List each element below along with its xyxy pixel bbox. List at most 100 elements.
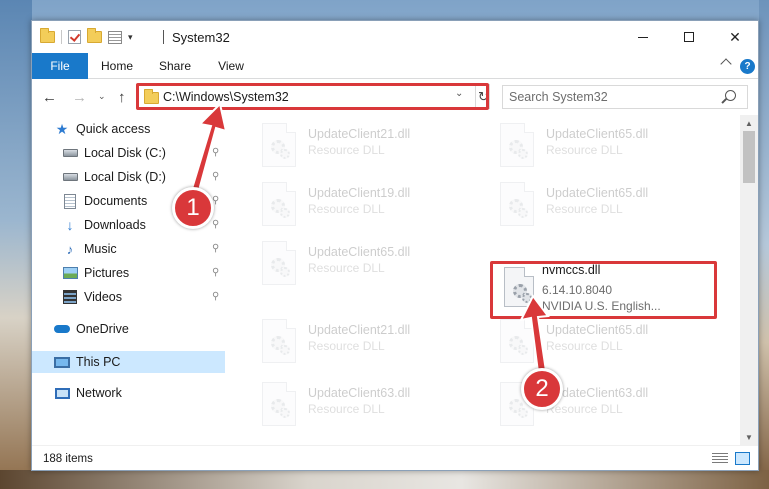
explorer-window: ▾ System32 ✕ File Home Share View ? ← → … [31, 20, 759, 471]
file-name: UpdateClient63.dll [308, 386, 411, 400]
search-icon[interactable] [725, 90, 736, 101]
search-box[interactable] [502, 85, 748, 109]
address-path[interactable]: C:\Windows\System32 [163, 90, 289, 104]
file-description: NVIDIA U.S. English... [542, 299, 661, 313]
close-button[interactable]: ✕ [712, 21, 758, 53]
minimize-button[interactable] [620, 21, 666, 53]
sidebar-item-label: Quick access [76, 122, 151, 136]
folder-icon [40, 28, 55, 43]
file-version: 6.14.10.8040 [542, 283, 613, 297]
tiles-view-icon[interactable] [735, 452, 750, 465]
file-description: Resource DLL [546, 143, 623, 157]
file-name: UpdateClient65.dll [308, 245, 411, 259]
file-description: Resource DLL [308, 339, 385, 353]
tab-view[interactable]: View [208, 53, 254, 79]
expand-ribbon-chevron-icon[interactable] [720, 58, 732, 70]
document-icon [62, 193, 78, 209]
dll-file-icon [262, 319, 296, 363]
file-name: nvmccs.dll [542, 263, 601, 277]
back-arrow-icon[interactable]: ← [42, 89, 57, 106]
scroll-up-arrow-icon[interactable]: ▲ [745, 119, 753, 128]
callout-badge-2: 2 [521, 368, 563, 410]
sidebar-item-local-disk-d[interactable]: Local Disk (D:) ⚲ [32, 166, 225, 188]
file-tile[interactable]: UpdateClient65.dll Resource DLL [490, 178, 720, 232]
minimize-icon [638, 36, 648, 38]
quick-access-toolbar: ▾ [40, 28, 133, 44]
file-name: UpdateClient65.dll [546, 323, 649, 337]
pin-icon[interactable]: ⚲ [212, 219, 219, 230]
refresh-button[interactable]: ↻ [475, 85, 491, 108]
desktop-wallpaper-left [0, 0, 32, 489]
status-bar: 188 items [32, 445, 758, 470]
pin-icon[interactable]: ⚲ [212, 267, 219, 278]
folder-icon [144, 89, 159, 104]
file-tile[interactable]: UpdateClient65.dll Resource DLL [490, 119, 720, 173]
pin-icon[interactable]: ⚲ [212, 171, 219, 182]
ribbon-tabs: File Home Share View ? [32, 53, 758, 79]
dll-file-icon [262, 123, 296, 167]
file-tile[interactable]: UpdateClient21.dll Resource DLL [252, 119, 482, 173]
dll-file-icon [500, 182, 534, 226]
file-tile[interactable]: UpdateClient21.dll Resource DLL [252, 315, 482, 369]
tab-file[interactable]: File [32, 53, 88, 79]
title-divider [163, 30, 164, 44]
sidebar-item-music[interactable]: ♪ Music ⚲ [32, 238, 225, 260]
dll-file-icon [504, 267, 534, 307]
desktop-wallpaper-right [759, 0, 769, 489]
file-name: UpdateClient65.dll [546, 127, 649, 141]
network-icon [54, 385, 70, 401]
file-name: UpdateClient21.dll [308, 127, 411, 141]
pin-icon[interactable]: ⚲ [212, 291, 219, 302]
file-description: Resource DLL [546, 339, 623, 353]
maximize-button[interactable] [666, 21, 712, 53]
pin-icon[interactable]: ⚲ [212, 147, 219, 158]
file-description: Resource DLL [308, 261, 385, 275]
sidebar-item-quick-access[interactable]: ★ Quick access [54, 118, 225, 140]
dll-file-icon [500, 123, 534, 167]
details-view-icon[interactable] [712, 453, 728, 464]
customize-toolbar-chevron-icon[interactable]: ▾ [128, 32, 133, 43]
sidebar-item-label: Downloads [84, 218, 146, 232]
file-name: UpdateClient65.dll [546, 186, 649, 200]
file-tile[interactable]: UpdateClient65.dll Resource DLL [490, 315, 720, 369]
sidebar-item-label: This PC [76, 355, 121, 369]
file-tile[interactable]: UpdateClient19.dll Resource DLL [252, 178, 482, 232]
drive-icon [62, 145, 78, 161]
tab-share[interactable]: Share [150, 53, 200, 79]
sidebar-item-this-pc[interactable]: This PC [32, 351, 225, 373]
item-count: 188 items [43, 453, 93, 465]
file-description: Resource DLL [546, 402, 623, 416]
sidebar-item-videos[interactable]: Videos ⚲ [32, 286, 225, 308]
sidebar-item-pictures[interactable]: Pictures ⚲ [32, 262, 225, 284]
new-folder-icon[interactable] [87, 28, 102, 43]
file-list: UpdateClient21.dll Resource DLL UpdateCl… [244, 115, 740, 445]
sidebar-item-network[interactable]: Network [32, 382, 225, 404]
sidebar-item-label: Network [76, 386, 122, 400]
tab-home[interactable]: Home [92, 53, 142, 79]
address-bar[interactable]: C:\Windows\System32 ⌄ ↻ [136, 84, 490, 109]
file-tile[interactable]: UpdateClient65.dll Resource DLL [252, 237, 482, 291]
properties-icon[interactable] [108, 30, 122, 44]
up-arrow-icon[interactable]: ↑ [118, 89, 126, 106]
scroll-down-arrow-icon[interactable]: ▼ [745, 433, 753, 442]
help-icon[interactable]: ? [740, 59, 755, 74]
sidebar-item-label: OneDrive [76, 322, 129, 336]
pin-icon[interactable]: ⚲ [212, 243, 219, 254]
file-description: Resource DLL [308, 402, 385, 416]
file-description: Resource DLL [308, 202, 385, 216]
recent-locations-chevron-icon[interactable]: ⌄ [98, 91, 106, 102]
sidebar-item-local-disk-c[interactable]: Local Disk (C:) ⚲ [32, 142, 225, 164]
file-tile[interactable]: UpdateClient63.dll Resource DLL [252, 378, 482, 432]
address-dropdown-chevron-icon[interactable]: ⌄ [455, 88, 463, 99]
dll-file-icon [262, 382, 296, 426]
properties-check-icon[interactable] [68, 30, 81, 44]
search-input[interactable] [509, 89, 709, 105]
file-description: Resource DLL [308, 143, 385, 157]
scrollbar-thumb[interactable] [743, 131, 755, 183]
sidebar-item-label: Music [84, 242, 117, 256]
maximize-icon [684, 32, 694, 42]
file-tile-nvmccs[interactable]: nvmccs.dll 6.14.10.8040 NVIDIA U.S. Engl… [490, 263, 720, 317]
sidebar-item-onedrive[interactable]: OneDrive [32, 318, 225, 340]
vertical-scrollbar[interactable]: ▲ ▼ [740, 115, 758, 445]
forward-arrow-icon[interactable]: → [72, 89, 87, 106]
